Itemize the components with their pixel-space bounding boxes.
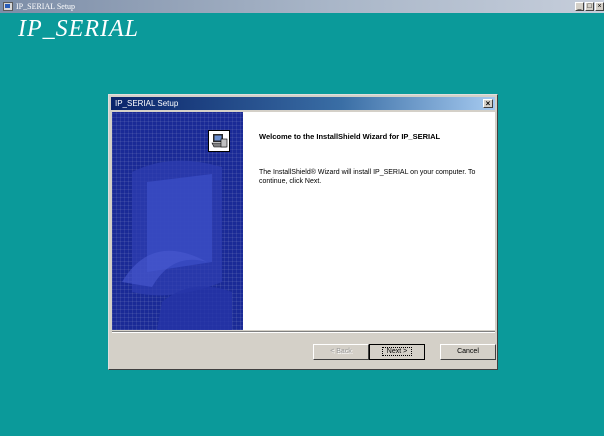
computer-install-icon xyxy=(208,130,230,152)
next-button-label: Next > xyxy=(381,347,413,356)
button-divider xyxy=(112,331,495,333)
cancel-button[interactable]: Cancel xyxy=(440,344,496,360)
dialog-close-button[interactable]: × xyxy=(483,99,493,108)
wizard-side-graphic xyxy=(112,112,243,330)
welcome-description: The InstallShield® Wizard will install I… xyxy=(259,169,476,185)
welcome-heading: Welcome to the InstallShield Wizard for … xyxy=(259,132,441,141)
minimize-button[interactable]: _ xyxy=(575,2,584,11)
dialog-titlebar[interactable]: IP_SERIAL Setup × xyxy=(111,97,495,110)
back-button[interactable]: < Back xyxy=(313,344,369,360)
installer-app-icon xyxy=(3,2,13,11)
next-button[interactable]: Next > xyxy=(369,344,425,360)
wizard-content-panel: Welcome to the InstallShield Wizard for … xyxy=(243,112,495,330)
outer-window-titlebar[interactable]: IP_SERIAL Setup _ □ × xyxy=(0,0,604,13)
installshield-wizard-dialog: IP_SERIAL Setup × Welcome to the Install… xyxy=(108,94,498,370)
maximize-button[interactable]: □ xyxy=(585,2,594,11)
dialog-title: IP_SERIAL Setup xyxy=(115,99,179,108)
close-window-button[interactable]: × xyxy=(595,2,604,11)
setup-banner-title: IP_SERIAL xyxy=(18,16,139,42)
outer-window-title: IP_SERIAL Setup xyxy=(16,2,76,11)
desktop-background: IP_SERIAL Setup _ □ × IP_SERIAL IP_SERIA… xyxy=(0,0,604,436)
